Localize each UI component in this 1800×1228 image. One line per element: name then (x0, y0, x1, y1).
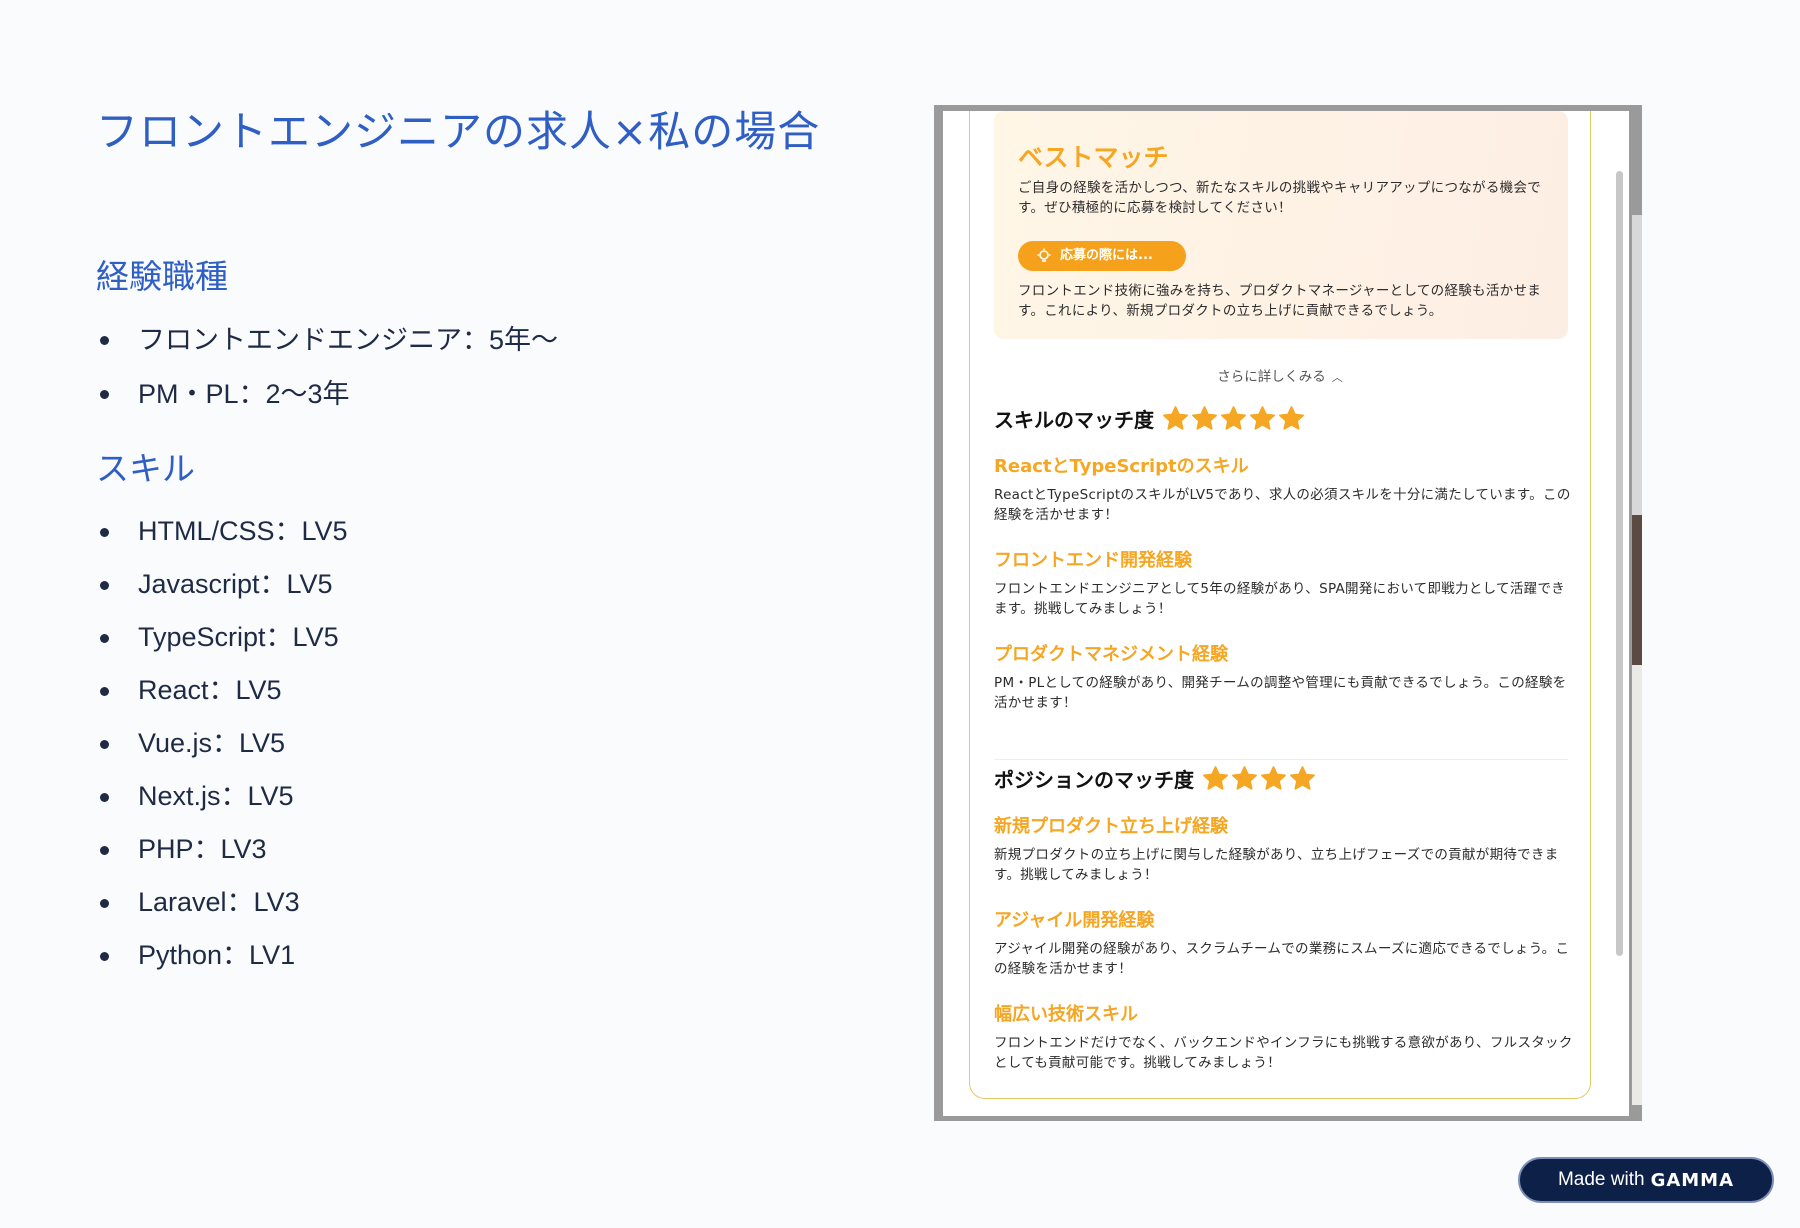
position-stars (1202, 765, 1318, 792)
skills-heading: スキル (96, 449, 195, 488)
list-item: Laravel：LV3 (96, 876, 348, 929)
apply-badge-label: 応募の際には... (1060, 248, 1153, 263)
lightbulb-icon (1037, 248, 1051, 262)
best-match-description: ご自身の経験を活かしつつ、新たなスキルの挑戦やキャリアアップにつながる機会です。… (1018, 180, 1542, 216)
chevron-up-icon: ︿ (1331, 371, 1343, 384)
position-item-title: アジャイル開発経験 (994, 910, 1155, 931)
position-item-desc: フロントエンドだけでなく、バックエンドやインフラにも挑戦する意欲があり、フルスタ… (994, 1035, 1573, 1071)
skill-item-desc: フロントエンドエンジニアとして5年の経験があり、SPA開発において即戦力として活… (994, 581, 1566, 617)
skill-match-heading: スキルのマッチ度 (994, 404, 1307, 433)
skill-item-title: プロダクトマネジメント経験 (994, 644, 1228, 665)
list-item: PHP：LV3 (96, 823, 348, 876)
skill-item-title: ReactとTypeScriptのスキル (994, 456, 1249, 477)
star-icon (1203, 766, 1228, 790)
star-icon (1261, 766, 1286, 790)
position-match-label: ポジションのマッチ度 (994, 768, 1194, 792)
best-match-box: ベストマッチ ご自身の経験を活かしつつ、新たなスキルの挑戦やキャリアアップにつな… (994, 111, 1568, 339)
list-item: PM・PL：2〜3年 (96, 367, 558, 421)
star-icon (1221, 406, 1246, 430)
star-icon (1250, 406, 1275, 430)
match-card: ベストマッチ ご自身の経験を活かしつつ、新たなスキルの挑戦やキャリアアップにつな… (969, 111, 1591, 1099)
list-item: Javascript：LV5 (96, 558, 348, 611)
star-icon (1279, 406, 1304, 430)
list-item: Next.js：LV5 (96, 770, 348, 823)
list-item: Vue.js：LV5 (96, 717, 348, 770)
scrollbar[interactable] (1616, 171, 1623, 956)
list-item: Python：LV1 (96, 929, 348, 982)
gamma-logo: GAMMA (1650, 1169, 1735, 1191)
best-match-title: ベストマッチ (1018, 143, 1169, 172)
skill-item-desc: ReactとTypeScriptのスキルがLV5であり、求人の必須スキルを十分に… (994, 487, 1571, 523)
star-icon (1232, 766, 1257, 790)
divider (994, 759, 1568, 760)
position-item-desc: アジャイル開発の経験があり、スクラムチームでの業務にスムーズに適応できるでしょう… (994, 941, 1570, 977)
background-strip (1632, 515, 1642, 665)
background-strip (1632, 215, 1642, 515)
position-item-title: 新規プロダクト立ち上げ経験 (994, 816, 1228, 837)
made-with-gamma-badge[interactable]: Made with GAMMA (1518, 1157, 1774, 1203)
background-strip (1632, 665, 1642, 1105)
list-item: React：LV5 (96, 664, 348, 717)
made-with-label: Made with (1557, 1169, 1645, 1190)
skill-match-label: スキルのマッチ度 (994, 408, 1154, 432)
star-icon (1290, 766, 1315, 790)
see-more-link[interactable]: さらに詳しくみる ︿ (970, 365, 1590, 385)
skill-item-title: フロントエンド開発経験 (994, 550, 1192, 571)
skill-stars (1162, 405, 1307, 432)
star-icon (1163, 406, 1188, 430)
skills-list: HTML/CSS：LV5 Javascript：LV5 TypeScript：L… (96, 505, 348, 982)
apply-advice-text: フロントエンド技術に強みを持ち、プロダクトマネージャーとしての経験も活かせます。… (1018, 283, 1542, 319)
apply-badge: 応募の際には... (1018, 241, 1186, 271)
position-match-heading: ポジションのマッチ度 (994, 764, 1318, 793)
slide-title: フロントエンジニアの求人×私の場合 (96, 107, 821, 156)
see-more-label: さらに詳しくみる (1217, 369, 1326, 385)
experience-list: フロントエンドエンジニア：5年〜 PM・PL：2〜3年 (96, 313, 558, 421)
list-item: HTML/CSS：LV5 (96, 505, 348, 558)
star-icon (1192, 406, 1217, 430)
position-item-title: 幅広い技術スキル (994, 1004, 1138, 1025)
experience-heading: 経験職種 (96, 257, 228, 296)
skill-item-desc: PM・PLとしての経験があり、開発チームの調整や管理にも貢献できるでしょう。この… (994, 675, 1567, 711)
embedded-screenshot: ベストマッチ ご自身の経験を活かしつつ、新たなスキルの挑戦やキャリアアップにつな… (934, 105, 1642, 1121)
list-item: フロントエンドエンジニア：5年〜 (96, 313, 558, 367)
list-item: TypeScript：LV5 (96, 611, 348, 664)
position-item-desc: 新規プロダクトの立ち上げに関与した経験があり、立ち上げフェーズでの貢献が期待でき… (994, 847, 1559, 883)
result-panel: ベストマッチ ご自身の経験を活かしつつ、新たなスキルの挑戦やキャリアアップにつな… (943, 111, 1629, 1116)
